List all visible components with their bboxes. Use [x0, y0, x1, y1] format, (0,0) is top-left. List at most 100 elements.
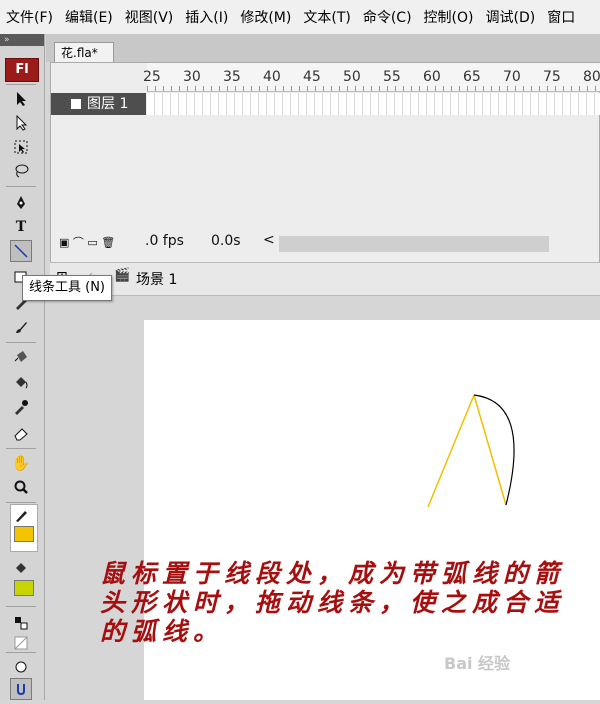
ruler-tick [571, 86, 572, 91]
ruler-tick [523, 86, 524, 91]
hand-tool-icon[interactable]: ✋ [10, 452, 32, 474]
ruler-number: 55 [383, 69, 401, 85]
menu-edit[interactable]: 编辑(E) [59, 0, 119, 34]
ruler-tick [171, 86, 172, 91]
ruler-tick [163, 86, 164, 91]
snap-to-objects-icon[interactable] [10, 678, 32, 700]
layer-row[interactable]: 图层 1 [51, 93, 146, 115]
divider [6, 84, 36, 85]
yellow-line-right[interactable] [473, 394, 507, 506]
menu-insert[interactable]: 插入(I) [179, 0, 234, 34]
ruler-tick [203, 86, 204, 91]
ruler-tick [579, 86, 580, 91]
ruler-tick [411, 86, 412, 91]
edit-bar: ⊞ ← 🎬 场景 1 [50, 262, 600, 296]
divider [6, 502, 36, 503]
divider [6, 448, 36, 449]
menu-file[interactable]: 文件(F) [0, 0, 59, 34]
ruler-tick [475, 86, 476, 91]
menu-control[interactable]: 控制(O) [418, 0, 480, 34]
menu-modify[interactable]: 修改(M) [234, 0, 297, 34]
ruler-number: 35 [223, 69, 241, 85]
scroll-left-icon[interactable]: < [263, 232, 275, 248]
pen-tool-icon[interactable] [10, 192, 32, 214]
menu-commands[interactable]: 命令(C) [357, 0, 418, 34]
ruler-tick [363, 86, 364, 91]
text-tool-icon[interactable]: T [10, 216, 32, 238]
menu-view[interactable]: 视图(V) [119, 0, 180, 34]
ruler-tick [483, 86, 484, 91]
ruler-tick [499, 86, 500, 91]
ruler-tick [387, 86, 388, 91]
toolbox-collapse-icon[interactable]: » [0, 34, 44, 46]
timeline-scrollbar[interactable] [279, 236, 549, 252]
ruler-number: 75 [543, 69, 561, 85]
instruction-caption: 鼠标置于线段处，成为带弧线的箭头形状时，拖动线条，使之成合适的弧线。 [100, 559, 566, 646]
ruler-tick [403, 86, 404, 91]
ruler-tick [371, 86, 372, 91]
ruler-tick [251, 86, 252, 91]
divider [6, 652, 36, 653]
free-transform-tool-icon[interactable] [10, 136, 32, 158]
zoom-tool-icon[interactable] [10, 476, 32, 498]
ruler-tick [443, 86, 444, 91]
selection-tool-icon[interactable] [10, 88, 32, 110]
object-drawing-icon[interactable] [10, 656, 32, 678]
stroke-color-icon [10, 504, 32, 526]
scene-icon: 🎬 [114, 268, 131, 283]
frame-ruler[interactable]: 25 30 35 40 45 50 55 60 65 70 75 80 [143, 63, 600, 92]
ruler-tick [299, 86, 300, 91]
ink-bottle-tool-icon[interactable] [10, 346, 32, 368]
fps-readout: .0 fps [145, 233, 184, 249]
ruler-tick [307, 86, 308, 91]
ruler-tick [555, 86, 556, 91]
toolbox: » Fl T ✋ [0, 34, 45, 700]
ruler-tick [539, 86, 540, 91]
subselection-tool-icon[interactable] [10, 112, 32, 134]
menu-window[interactable]: 窗口 [541, 0, 581, 34]
ruler-number: 60 [423, 69, 441, 85]
document-tab-bar: 花.fla* [46, 34, 600, 62]
yellow-line-left[interactable] [427, 394, 475, 508]
ruler-tick [291, 86, 292, 91]
ruler-tick [451, 86, 452, 91]
timeline-buttons-icon[interactable]: ▣ ⌒ ▭ 🗑 [59, 234, 115, 250]
ruler-number: 50 [343, 69, 361, 85]
ruler-number: 45 [303, 69, 321, 85]
ruler-tick [227, 86, 228, 91]
layer-icon [71, 99, 81, 109]
line-tool-tooltip: 线条工具 (N) [22, 275, 113, 301]
ruler-tick [355, 86, 356, 91]
menu-debug[interactable]: 调试(D) [480, 0, 542, 34]
document-tab[interactable]: 花.fla* [54, 42, 114, 62]
layer-frames[interactable] [147, 93, 600, 115]
ruler-tick [187, 86, 188, 91]
black-arc[interactable] [473, 394, 515, 506]
scene-name[interactable]: 场景 1 [136, 269, 177, 289]
swap-colors-icon[interactable] [10, 612, 32, 634]
ruler-number: 80 [583, 69, 600, 85]
ruler-tick [339, 86, 340, 91]
ruler-tick [211, 86, 212, 91]
eyedropper-tool-icon[interactable] [10, 396, 32, 418]
brush-tool-icon[interactable] [10, 316, 32, 338]
ruler-tick [179, 86, 180, 91]
ruler-number: 65 [463, 69, 481, 85]
stroke-color-swatch[interactable] [14, 526, 34, 542]
line-tool-icon[interactable] [10, 240, 32, 262]
ruler-tick [467, 86, 468, 91]
ruler-tick [531, 86, 532, 91]
menu-text[interactable]: 文本(T) [297, 0, 356, 34]
baidu-watermark: Bai 经验 [444, 654, 511, 673]
ruler-tick [395, 86, 396, 91]
ruler-tick [491, 86, 492, 91]
paint-bucket-tool-icon[interactable] [10, 372, 32, 394]
eraser-tool-icon[interactable] [10, 422, 32, 444]
time-readout: 0.0s [211, 233, 241, 249]
no-color-icon[interactable] [10, 632, 32, 654]
ruler-tick [323, 86, 324, 91]
ruler-tick [155, 86, 156, 91]
lasso-tool-icon[interactable] [10, 160, 32, 182]
layer-name: 图层 1 [87, 96, 129, 112]
fill-color-swatch[interactable] [14, 580, 34, 596]
